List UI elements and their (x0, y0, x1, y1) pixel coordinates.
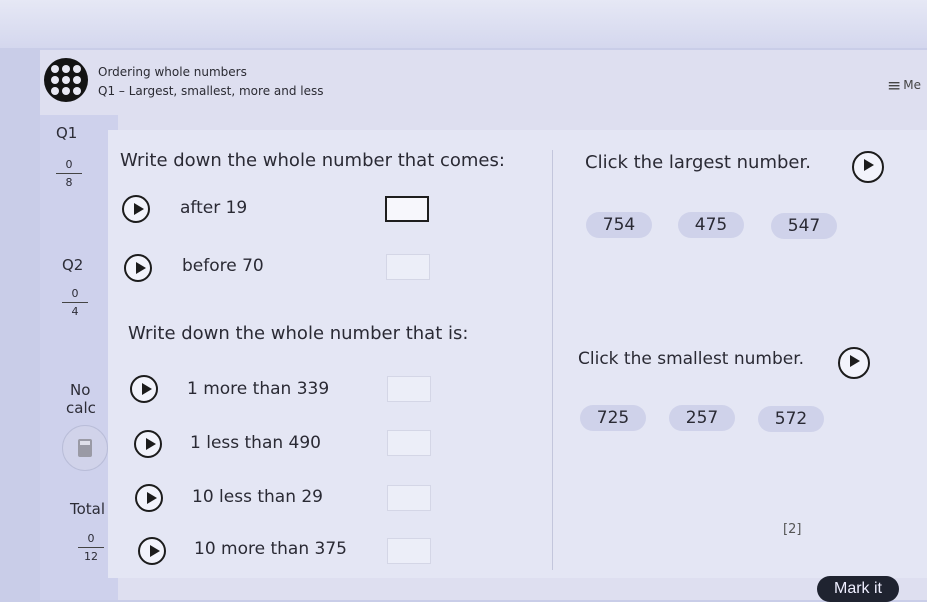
total-score: 0 12 (76, 532, 106, 563)
panel-divider (552, 150, 553, 570)
fraction-line (62, 302, 88, 303)
answer-input[interactable] (386, 254, 430, 280)
item-label: 10 less than 29 (192, 487, 324, 507)
largest-prompt: Click the largest number. (585, 152, 811, 173)
sidebar-item-q2[interactable]: Q2 (62, 256, 83, 274)
q2-score: 0 4 (60, 287, 90, 318)
largest-option[interactable]: 475 (678, 212, 744, 238)
q1-score-value: 0 (65, 158, 73, 171)
fraction-line (78, 547, 104, 548)
item-label: 10 more than 375 (194, 539, 347, 559)
smallest-option[interactable]: 572 (758, 406, 824, 432)
largest-option[interactable]: 547 (771, 213, 837, 239)
q2-score-value: 0 (71, 287, 79, 300)
page-subtitle: Q1 – Largest, smallest, more and less (98, 84, 324, 98)
play-audio-icon[interactable] (135, 484, 163, 512)
q2-score-total: 4 (71, 305, 79, 318)
answer-input[interactable] (387, 430, 431, 456)
calc-note-line2: calc (66, 399, 96, 417)
answer-input[interactable] (387, 376, 431, 402)
item-label: after 19 (180, 198, 248, 218)
total-label: Total (70, 500, 106, 518)
answer-input[interactable] (385, 196, 429, 222)
item-label: before 70 (182, 256, 264, 276)
marks-label: [2] (783, 522, 802, 537)
item-label: 1 less than 490 (190, 433, 322, 453)
hamburger-menu-icon: ≡ (887, 76, 902, 96)
fraction-line (56, 173, 82, 174)
play-audio-icon[interactable] (122, 195, 150, 223)
mark-it-button[interactable]: Mark it (817, 576, 899, 602)
total-score-value: 0 (87, 532, 95, 545)
calculator-icon[interactable] (62, 425, 108, 471)
largest-option[interactable]: 754 (586, 212, 652, 238)
menu-button[interactable]: ≡ Me (887, 76, 921, 96)
instruction-comes: Write down the whole number that comes: (120, 150, 505, 171)
instruction-is: Write down the whole number that is: (128, 323, 469, 344)
play-audio-icon[interactable] (852, 151, 884, 183)
browser-top-strip (0, 0, 927, 48)
play-audio-icon[interactable] (838, 347, 870, 379)
total-score-total: 12 (84, 550, 98, 563)
play-audio-icon[interactable] (134, 430, 162, 458)
page-title: Ordering whole numbers (98, 65, 247, 79)
play-audio-icon[interactable] (130, 375, 158, 403)
answer-input[interactable] (387, 485, 431, 511)
smallest-prompt: Click the smallest number. (578, 349, 805, 369)
grid-menu-icon[interactable] (44, 58, 88, 102)
q1-score: 0 8 (54, 158, 84, 189)
q1-score-total: 8 (65, 176, 73, 189)
answer-input[interactable] (387, 538, 431, 564)
calc-note-line1: No (70, 381, 91, 399)
sidebar-item-q1[interactable]: Q1 (56, 124, 77, 142)
menu-label: Me (903, 78, 921, 92)
play-audio-icon[interactable] (124, 254, 152, 282)
smallest-option[interactable]: 725 (580, 405, 646, 431)
smallest-option[interactable]: 257 (669, 405, 735, 431)
play-audio-icon[interactable] (138, 537, 166, 565)
item-label: 1 more than 339 (187, 379, 330, 399)
